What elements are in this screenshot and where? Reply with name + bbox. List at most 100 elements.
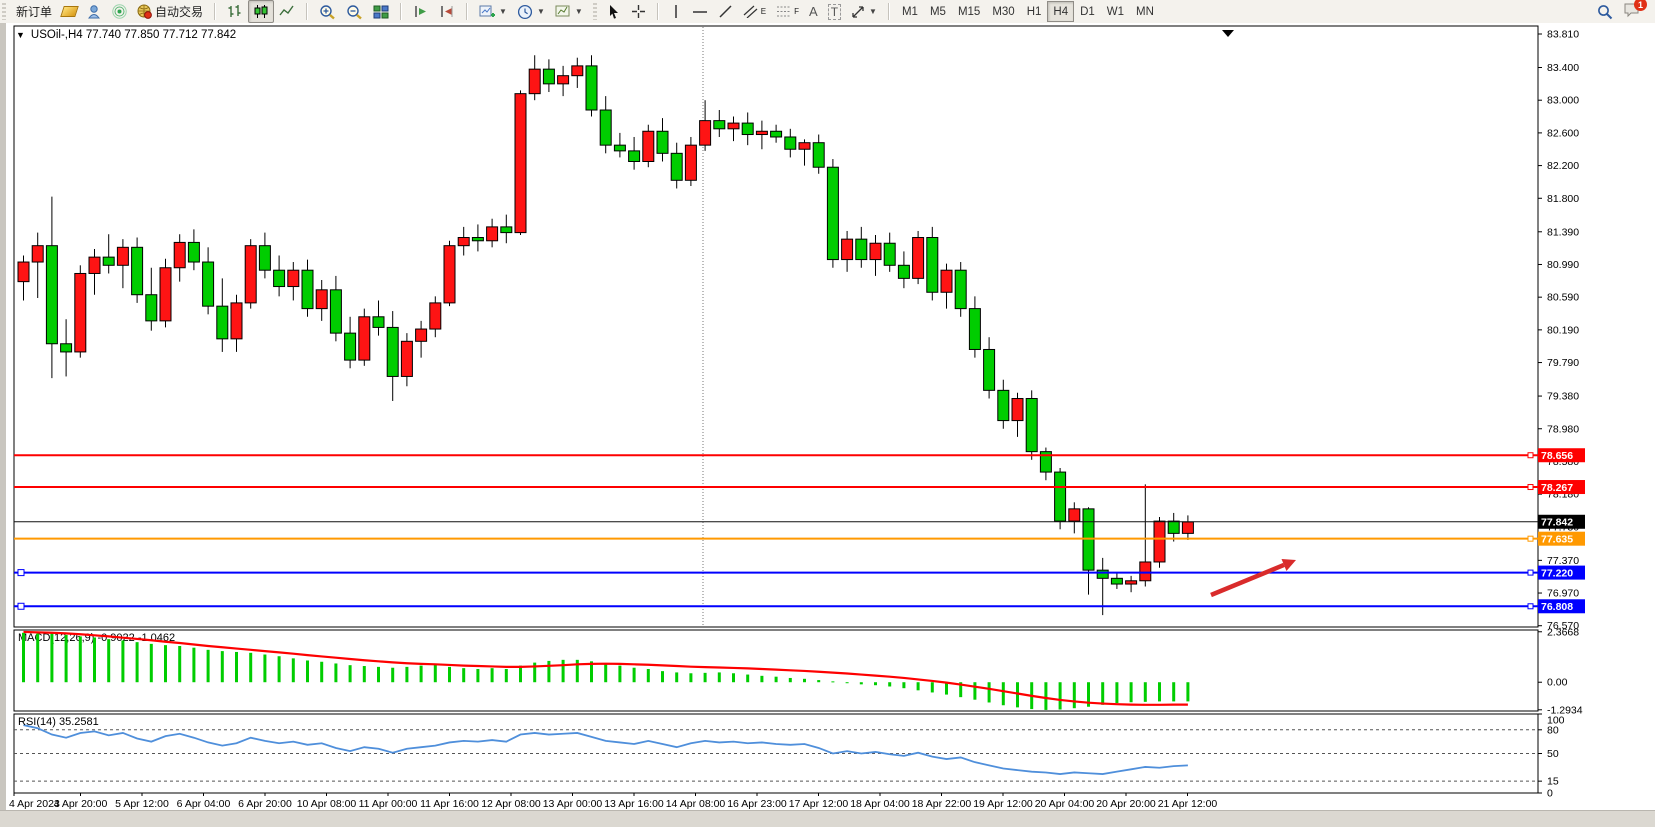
- trading-terminal: 新订单: [0, 0, 1655, 827]
- timeframe-button-m15[interactable]: M15: [952, 1, 986, 22]
- arrows-tool-button[interactable]: ▼: [846, 0, 882, 23]
- line-handle[interactable]: [1528, 453, 1533, 458]
- macd-histogram-bar: [732, 673, 735, 682]
- macd-histogram-bar: [349, 665, 352, 682]
- price-pane[interactable]: [14, 26, 1538, 627]
- macd-histogram-bar: [519, 666, 522, 683]
- toolbar-grip[interactable]: [2, 3, 6, 20]
- line-handle[interactable]: [18, 570, 24, 576]
- search-icon[interactable]: [1597, 4, 1613, 20]
- timeframe-button-m5[interactable]: M5: [924, 1, 952, 22]
- macd-histogram-bar: [107, 639, 110, 682]
- dropdown-arrow-icon: ▼: [575, 7, 583, 16]
- notification-badge: 1: [1634, 0, 1647, 11]
- price-axis-tick: 80.990: [1547, 259, 1579, 271]
- timeframe-button-m30[interactable]: M30: [986, 1, 1020, 22]
- chart-shift-icon: [439, 4, 455, 19]
- new-order-button[interactable]: 新订单: [11, 0, 57, 23]
- signal-button[interactable]: [107, 0, 132, 23]
- tile-windows-icon: [373, 4, 389, 19]
- line-chart-type-button[interactable]: [274, 0, 300, 23]
- timeframe-button-m1[interactable]: M1: [896, 1, 924, 22]
- timeframe-button-h4[interactable]: H4: [1047, 1, 1074, 22]
- bar-chart-type-button[interactable]: [222, 0, 248, 23]
- macd-histogram-bar: [547, 661, 550, 682]
- macd-histogram-bar: [178, 646, 181, 682]
- macd-histogram-bar: [1186, 682, 1189, 701]
- line-handle[interactable]: [1528, 485, 1533, 490]
- macd-histogram-bar: [150, 644, 153, 682]
- crosshair-tool-button[interactable]: [626, 0, 651, 23]
- macd-histogram-bar: [604, 663, 607, 682]
- time-axis-label: 6 Apr 04:00: [177, 798, 231, 810]
- timeframe-button-d1[interactable]: D1: [1074, 1, 1101, 22]
- time-axis-label: 4 Apr 20:00: [54, 798, 108, 810]
- gold-diamond-icon: [60, 6, 79, 17]
- chart-shift-button[interactable]: [434, 0, 460, 23]
- rsi-label: RSI(14) 35.2581: [18, 716, 99, 728]
- zoom-out-button[interactable]: [341, 0, 368, 23]
- macd-histogram-bar: [65, 635, 68, 682]
- macd-histogram-bar: [846, 682, 849, 683]
- time-axis-label: 4 Apr 2023: [9, 798, 60, 810]
- time-axis-label: 14 Apr 08:00: [666, 798, 726, 810]
- symbol-dropdown-icon[interactable]: ▼: [16, 30, 25, 40]
- time-axis-label: 21 Apr 12:00: [1158, 798, 1218, 810]
- macd-histogram-bar: [79, 636, 82, 682]
- line-chart-icon: [279, 4, 295, 19]
- zoom-in-icon: [319, 4, 336, 20]
- timeframe-button-w1[interactable]: W1: [1101, 1, 1130, 22]
- text-label-tool-button[interactable]: T: [823, 0, 846, 23]
- line-handle[interactable]: [1528, 604, 1533, 609]
- ohlc-bars-icon: [227, 4, 243, 19]
- macd-histogram-bar: [448, 667, 451, 682]
- macd-histogram-bar: [278, 656, 281, 682]
- trendline-tool-button[interactable]: [713, 0, 738, 23]
- price-axis-tick: 81.800: [1547, 193, 1579, 205]
- window-bottom-edge: [0, 810, 1655, 827]
- vertical-line-tool-button[interactable]: [665, 0, 687, 23]
- text-tool-button[interactable]: A: [804, 0, 823, 23]
- candlestick-chart-type-button[interactable]: [248, 0, 274, 23]
- auto-scroll-button[interactable]: [408, 0, 434, 23]
- auto-scroll-icon: [413, 4, 429, 19]
- macd-histogram-bar: [618, 666, 621, 683]
- cursor-tool-button[interactable]: [602, 0, 626, 23]
- price-axis-tick: 80.590: [1547, 292, 1579, 304]
- macd-histogram-bar: [760, 676, 763, 682]
- macd-histogram-bar: [505, 669, 508, 682]
- channel-tool-button[interactable]: E: [738, 0, 771, 23]
- chart-template-button[interactable]: ▼: [550, 0, 588, 23]
- notifications-button[interactable]: 1: [1623, 2, 1641, 21]
- data-window-button[interactable]: [82, 0, 107, 23]
- new-order-label: 新订单: [16, 3, 52, 20]
- new-chart-button[interactable]: ▼: [474, 0, 512, 23]
- price-axis-tick: 81.390: [1547, 226, 1579, 238]
- macd-histogram-bar: [136, 642, 139, 682]
- line-handle[interactable]: [1528, 536, 1533, 541]
- period-clock-button[interactable]: ▼: [512, 0, 550, 23]
- vertical-line-icon: [670, 4, 682, 19]
- price-axis-tick: 80.190: [1547, 324, 1579, 336]
- line-handle[interactable]: [18, 603, 24, 609]
- tile-windows-button[interactable]: [368, 0, 394, 23]
- auto-trading-button[interactable]: 自动交易: [132, 0, 208, 23]
- macd-histogram-bar: [860, 682, 863, 684]
- timeframe-button-mn[interactable]: MN: [1130, 1, 1160, 22]
- macd-histogram-bar: [476, 669, 479, 682]
- label-tool-icon: T: [828, 4, 841, 20]
- chart-canvas[interactable]: 83.81083.40083.00082.60082.20081.80081.3…: [6, 23, 1655, 810]
- template-icon: [555, 4, 571, 19]
- toolbar-grip[interactable]: [593, 3, 597, 20]
- line-handle[interactable]: [1528, 570, 1533, 575]
- horizontal-line-tool-button[interactable]: [687, 0, 713, 23]
- gold-bars-icon[interactable]: [57, 0, 82, 23]
- macd-histogram-bar: [391, 668, 394, 682]
- price-axis-tick: 79.790: [1547, 357, 1579, 369]
- price-line-value: 77.220: [1541, 567, 1573, 579]
- price-axis-tick: 83.000: [1547, 95, 1579, 107]
- fibonacci-tool-button[interactable]: F: [771, 0, 804, 23]
- zoom-in-button[interactable]: [314, 0, 341, 23]
- price-axis-tick: 83.400: [1547, 62, 1579, 74]
- timeframe-button-h1[interactable]: H1: [1021, 1, 1048, 22]
